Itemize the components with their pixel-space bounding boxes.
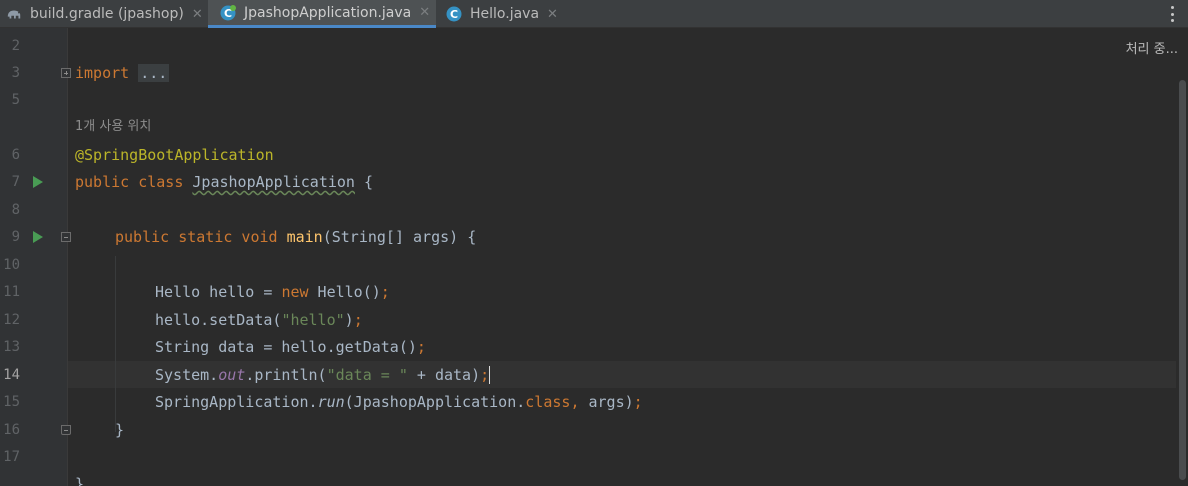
more-options-icon[interactable] — [1164, 4, 1180, 24]
code-line-7: public class JpashopApplication { — [75, 173, 374, 191]
line-number: 6 — [11, 147, 20, 163]
vertical-scrollbar[interactable] — [1179, 80, 1186, 480]
line-number: 17 — [3, 449, 20, 465]
line-number: 3 — [11, 65, 20, 81]
code-line-12: hello.setData("hello"); — [155, 311, 363, 329]
fold-expand-icon[interactable] — [61, 68, 71, 78]
line-number: 8 — [11, 202, 20, 218]
tab-label: Hello.java — [470, 6, 540, 22]
usage-hint[interactable]: 1개 사용 위치 — [75, 118, 151, 136]
close-icon[interactable]: ✕ — [547, 7, 558, 22]
line-number: 9 — [11, 229, 20, 245]
close-icon[interactable]: ✕ — [192, 7, 203, 22]
tab-jpashop-application[interactable]: C JpashopApplication.java ✕ — [208, 0, 436, 28]
processing-status: 처리 중... — [1125, 42, 1178, 57]
close-icon[interactable]: ✕ — [419, 5, 430, 20]
line-number: 16 — [3, 422, 20, 438]
line-number: 15 — [3, 394, 20, 410]
code-line-18: } — [75, 475, 85, 486]
line-number: 14 — [3, 367, 20, 383]
class-icon: C — [446, 6, 462, 22]
run-icon[interactable] — [33, 176, 43, 188]
line-number: 12 — [3, 312, 20, 328]
gradle-elephant-icon — [6, 6, 22, 22]
line-number: 2 — [11, 38, 20, 54]
line-number: 13 — [3, 339, 20, 355]
fold-collapse-icon[interactable] — [61, 425, 71, 435]
code-editor[interactable]: 2 3 5 6 7 8 9 10 11 12 13 14 15 16 17 im… — [0, 28, 1188, 486]
line-gutter: 2 3 5 6 7 8 9 10 11 12 13 14 15 16 17 — [0, 28, 68, 486]
line-number: 7 — [11, 174, 20, 190]
code-line-6: @SpringBootApplication — [75, 146, 274, 164]
line-number: 5 — [11, 92, 20, 108]
folded-imports[interactable]: ... — [138, 64, 170, 82]
indent-guide — [115, 256, 116, 432]
code-line-14: System.out.println("data = " + data); — [155, 366, 491, 384]
text-cursor — [489, 366, 491, 384]
code-line-11: Hello hello = new Hello(); — [155, 283, 390, 301]
code-line-3: import ... — [75, 64, 170, 82]
line-number: 11 — [3, 284, 20, 300]
line-number: 10 — [3, 257, 20, 273]
code-line-13: String data = hello.getData(); — [155, 338, 426, 356]
code-line-16: } — [115, 421, 125, 439]
fold-collapse-icon[interactable] — [61, 232, 71, 242]
editor-tab-bar: build.gradle (jpashop) ✕ C JpashopApplic… — [0, 0, 1188, 28]
run-icon[interactable] — [33, 231, 43, 243]
tab-build-gradle[interactable]: build.gradle (jpashop) ✕ — [0, 0, 208, 28]
tab-label: JpashopApplication.java — [244, 4, 412, 21]
tab-label: build.gradle (jpashop) — [30, 6, 184, 22]
tab-hello[interactable]: C Hello.java ✕ — [436, 0, 566, 28]
code-line-15: SpringApplication.run(JpashopApplication… — [155, 393, 643, 411]
code-line-9: public static void main(String[] args) { — [115, 228, 477, 246]
svg-text:C: C — [450, 8, 458, 21]
spring-class-icon: C — [220, 4, 236, 21]
